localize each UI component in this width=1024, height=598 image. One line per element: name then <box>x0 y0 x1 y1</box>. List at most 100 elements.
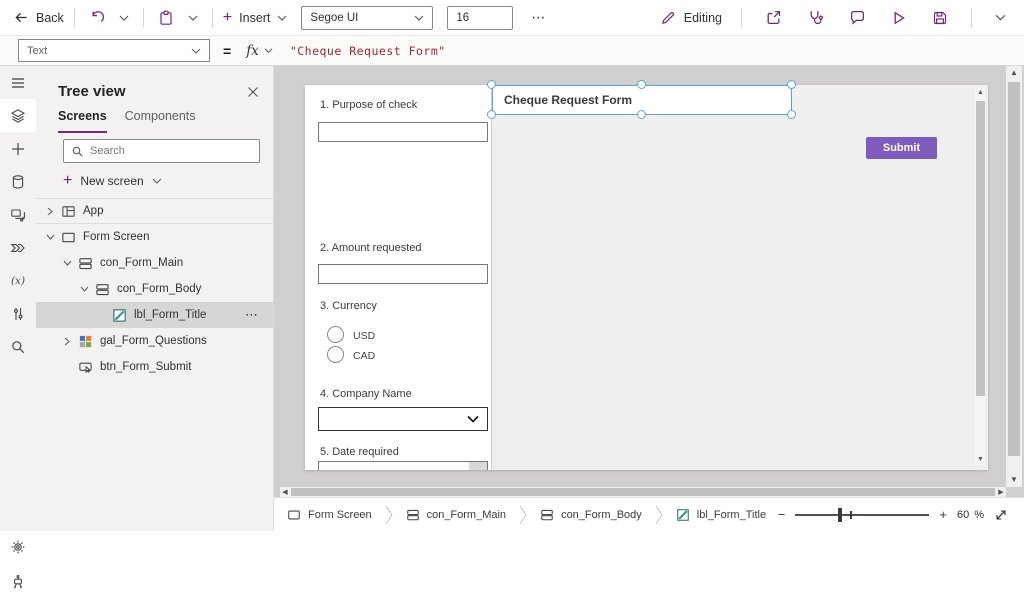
breadcrumb-label: con_Form_Body <box>561 508 642 521</box>
date-input[interactable] <box>318 461 488 470</box>
search-input[interactable] <box>90 145 240 157</box>
scroll-thumb[interactable] <box>1008 82 1020 456</box>
rail-variables-button[interactable]: (x) <box>0 264 36 297</box>
tree-search-box[interactable] <box>63 139 260 163</box>
btn-form-submit[interactable]: Submit <box>866 137 937 159</box>
question-label: 3. Currency <box>320 300 377 312</box>
tree-item-con-form-main[interactable]: con_Form_Main <box>36 250 273 276</box>
selection-handle[interactable] <box>637 110 646 119</box>
toolbar-overflow-button[interactable]: ⋯ <box>531 9 546 26</box>
robot-icon <box>13 574 23 588</box>
insert-button[interactable]: + Insert <box>223 9 288 25</box>
item-more-button[interactable]: ⋯ <box>245 307 273 323</box>
close-icon[interactable] <box>247 86 259 98</box>
fit-to-window-icon[interactable] <box>994 508 1008 522</box>
selection-handle[interactable] <box>787 110 796 119</box>
rail-advanced-tools-button[interactable] <box>0 297 36 330</box>
rail-search-button[interactable] <box>0 330 36 363</box>
scroll-down-icon[interactable]: ▼ <box>1006 473 1022 487</box>
rail-data-button[interactable] <box>0 165 36 198</box>
hamburger-icon <box>12 77 24 88</box>
formula-input[interactable]: "Cheque Request Form" <box>290 44 446 58</box>
scroll-thumb[interactable] <box>976 101 985 396</box>
rail-virtual-agents-button[interactable] <box>0 565 36 598</box>
scroll-right-icon[interactable]: ▶ <box>996 488 1006 496</box>
rail-settings-button[interactable] <box>0 530 36 563</box>
paste-menu-button[interactable] <box>184 14 202 22</box>
tab-components[interactable]: Components <box>125 109 196 133</box>
save-button[interactable] <box>928 10 952 26</box>
breadcrumb-form-screen[interactable]: Form Screen <box>287 508 372 522</box>
tab-screens[interactable]: Screens <box>58 109 107 133</box>
divider <box>971 7 972 28</box>
selection-handle[interactable] <box>487 80 496 89</box>
scroll-up-icon[interactable]: ▲ <box>975 88 986 98</box>
scroll-left-icon[interactable]: ◀ <box>280 488 290 496</box>
selection-handle[interactable] <box>637 80 646 89</box>
share-button[interactable] <box>761 9 786 26</box>
insert-label: Insert <box>239 10 271 25</box>
slider-thumb[interactable] <box>838 507 843 522</box>
tree-item-lbl-form-title[interactable]: lbl_Form_Title ⋯ <box>36 302 273 328</box>
container-icon <box>541 509 553 520</box>
app-checker-button[interactable] <box>803 9 828 26</box>
tree-item-gal-form-questions[interactable]: gal_Form_Questions <box>36 328 273 354</box>
container-icon <box>406 509 419 520</box>
paste-button[interactable] <box>154 10 178 26</box>
rail-media-button[interactable] <box>0 198 36 231</box>
property-select[interactable]: Text <box>18 39 210 62</box>
tree-item-form-screen[interactable]: Form Screen <box>36 224 273 250</box>
chevron-down-icon <box>119 15 129 21</box>
scroll-thumb[interactable] <box>291 488 995 496</box>
breadcrumb-con-form-main[interactable]: con_Form_Main <box>406 508 506 522</box>
undo-button[interactable] <box>85 10 109 26</box>
radio-cad[interactable] <box>327 346 344 363</box>
zoom-in-button[interactable]: + <box>939 507 947 522</box>
new-screen-button[interactable]: + New screen <box>63 170 273 192</box>
canvas-vertical-scrollbar[interactable]: ▲ ▼ <box>1006 66 1022 487</box>
font-size-input[interactable]: 16 <box>447 5 514 30</box>
app-canvas[interactable]: 1. Purpose of check 2. Amount requested … <box>305 80 988 470</box>
chevron-expanded-icon <box>80 286 88 292</box>
tree-item-btn-form-submit[interactable]: btn_Form_Submit <box>36 354 273 380</box>
gal-form-questions[interactable]: 1. Purpose of check 2. Amount requested … <box>305 85 492 470</box>
tree-item-label: lbl_Form_Title <box>134 309 207 321</box>
company-dropdown[interactable] <box>318 407 488 431</box>
back-button[interactable]: Back <box>14 10 64 25</box>
font-family-select[interactable]: Segoe UI <box>301 5 434 30</box>
canvas-horizontal-scrollbar[interactable]: ◀ ▶ <box>280 487 1006 497</box>
gear-icon <box>11 540 25 553</box>
tree-item-app[interactable]: App <box>36 198 273 224</box>
zoom-percent-number: 60 <box>956 508 970 521</box>
zoom-slider[interactable] <box>795 507 930 523</box>
preview-play-button[interactable] <box>887 10 911 26</box>
rail-menu-button[interactable] <box>0 66 36 99</box>
rail-tree-view-button[interactable] <box>0 99 36 132</box>
editing-mode-button[interactable]: Editing <box>660 10 722 26</box>
rail-insert-button[interactable] <box>0 132 36 165</box>
tree-item-con-form-body[interactable]: con_Form_Body <box>36 276 273 302</box>
selection-handle[interactable] <box>487 110 496 119</box>
form-scrollbar[interactable]: ▲ ▼ <box>975 88 986 465</box>
breadcrumb-lbl-form-title[interactable]: lbl_Form_Title <box>676 508 766 522</box>
tree-item-label: gal_Form_Questions <box>100 335 207 347</box>
text-input[interactable] <box>318 264 488 284</box>
scroll-up-icon[interactable]: ▲ <box>1006 66 1022 80</box>
comments-button[interactable] <box>845 9 870 26</box>
breadcrumb-con-form-body[interactable]: con_Form_Body <box>540 508 642 522</box>
undo-menu-button[interactable] <box>115 14 133 22</box>
text-input[interactable] <box>318 122 488 142</box>
zoom-out-button[interactable]: − <box>778 507 786 522</box>
radio-usd[interactable] <box>327 326 344 343</box>
scroll-down-icon[interactable]: ▼ <box>975 455 986 465</box>
selection-handle[interactable] <box>787 80 796 89</box>
divider <box>211 7 213 28</box>
fx-menu-button[interactable]: fx <box>246 43 273 59</box>
app-icon <box>61 205 75 217</box>
breadcrumb-separator <box>385 505 393 524</box>
rail-power-automate-button[interactable] <box>0 231 36 264</box>
search-icon <box>12 340 25 353</box>
question-label: 1. Purpose of check <box>320 99 418 111</box>
tools-icon <box>14 307 23 320</box>
save-menu-button[interactable] <box>991 13 1010 22</box>
